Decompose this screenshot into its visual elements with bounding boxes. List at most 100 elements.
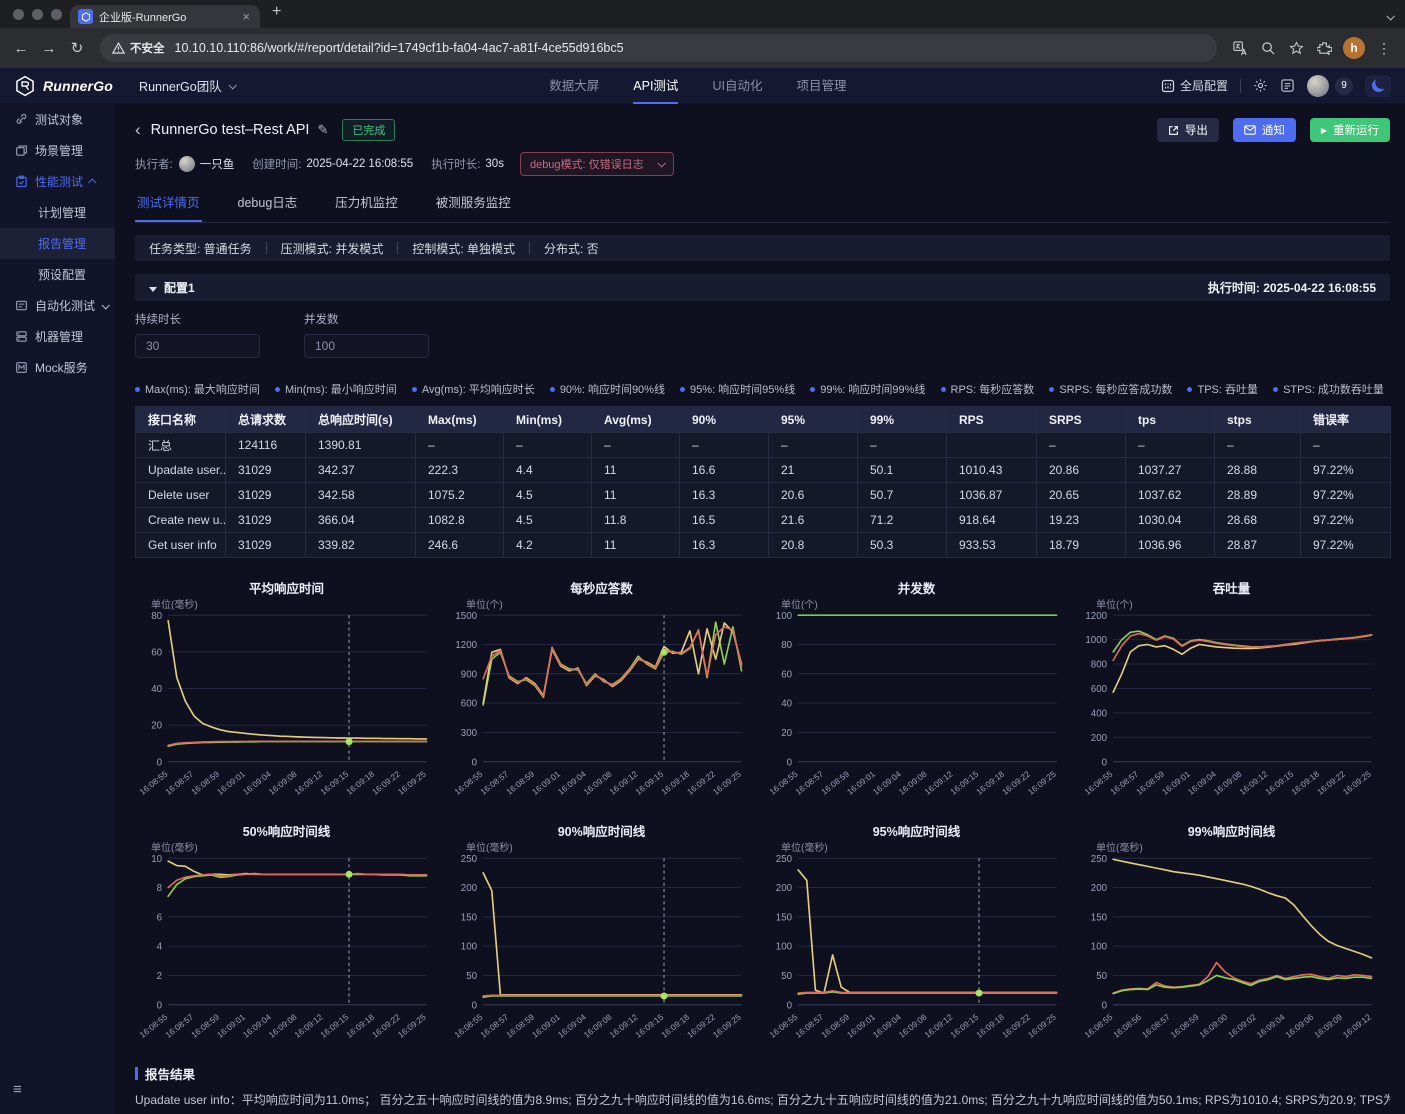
window-minimize-button[interactable] bbox=[32, 8, 43, 20]
status-badge: 已完成 bbox=[342, 119, 396, 141]
config-strip[interactable]: 配置1 执行时间: 2025-04-22 16:08:55 bbox=[135, 274, 1390, 301]
sidebar-item-场景管理[interactable]: 场景管理 bbox=[0, 135, 115, 166]
nav-item-UI自动化[interactable]: UI自动化 bbox=[712, 68, 762, 104]
document-edit-icon[interactable] bbox=[1280, 78, 1295, 93]
table-cell: 4.2 bbox=[503, 532, 592, 558]
sidebar-item-报告管理[interactable]: 报告管理 bbox=[0, 228, 115, 259]
legend-dot bbox=[940, 386, 946, 392]
nav-item-API测试[interactable]: API测试 bbox=[633, 68, 679, 104]
table-cell: 1082.8 bbox=[415, 507, 504, 533]
back-chevron-icon[interactable]: ‹ bbox=[135, 120, 141, 140]
chart-canvas[interactable]: 024681016:08:5516:08:5716:08:5916:09:011… bbox=[129, 851, 437, 1054]
table-header-cell: 90% bbox=[679, 406, 769, 433]
table-cell: 97.22% bbox=[1300, 457, 1391, 483]
table-cell: 50.1 bbox=[857, 457, 947, 483]
window-maximize-button[interactable] bbox=[51, 8, 62, 20]
chart-canvas[interactable]: 05010015020025016:08:5516:08:5616:08:571… bbox=[1074, 851, 1382, 1054]
svg-text:40: 40 bbox=[151, 684, 162, 695]
svg-text:16:08:59: 16:08:59 bbox=[189, 769, 221, 797]
sidebar-item-预设配置[interactable]: 预设配置 bbox=[0, 259, 115, 290]
zoom-icon[interactable] bbox=[1255, 35, 1281, 61]
tab-debug日志[interactable]: debug日志 bbox=[236, 184, 300, 222]
svg-text:16:09:08: 16:09:08 bbox=[582, 769, 614, 797]
chart-title: 50%响应时间线 bbox=[242, 825, 331, 839]
browser-menu-icon[interactable]: ⋮ bbox=[1371, 35, 1397, 61]
browser-tab[interactable]: 企业版-RunnerGo × bbox=[70, 5, 260, 28]
team-selector[interactable]: RunnerGo团队 bbox=[139, 76, 237, 95]
nav-item-项目管理[interactable]: 项目管理 bbox=[796, 68, 846, 104]
notify-button[interactable]: 通知 bbox=[1232, 118, 1296, 142]
bookmark-star-icon[interactable] bbox=[1283, 35, 1309, 61]
reload-button[interactable]: ↻ bbox=[64, 35, 90, 61]
svg-text:16:08:57: 16:08:57 bbox=[163, 769, 195, 797]
svg-text:16:08:55: 16:08:55 bbox=[1083, 769, 1115, 797]
scene-manage-icon bbox=[15, 144, 28, 157]
user-avatar[interactable] bbox=[1307, 74, 1330, 97]
sidebar-item-性能测试[interactable]: 性能测试 bbox=[0, 166, 115, 197]
chart-canvas[interactable]: 05010015020025016:08:5516:08:5716:08:591… bbox=[759, 851, 1067, 1054]
sidebar-collapse-icon[interactable]: ≡ bbox=[13, 1081, 22, 1098]
svg-text:16:08:59: 16:08:59 bbox=[504, 769, 536, 797]
chart-title: 99%响应时间线 bbox=[1187, 825, 1276, 839]
svg-text:50: 50 bbox=[466, 971, 477, 982]
sidebar-item-label: 性能测试 bbox=[35, 175, 84, 189]
svg-text:20: 20 bbox=[151, 721, 162, 732]
svg-text:16:09:01: 16:09:01 bbox=[215, 769, 247, 797]
stats-table: 接口名称 总请求数 总响应时间(s) Max(ms) Min(ms) Avg(ms) 90%… bbox=[135, 406, 1391, 558]
browser-profile-avatar[interactable]: h bbox=[1343, 37, 1365, 59]
sidebar-item-自动化测试[interactable]: 自动化测试 bbox=[0, 290, 115, 321]
translate-icon[interactable] bbox=[1227, 35, 1253, 61]
chart-canvas[interactable]: 02040608010016:08:5516:08:5716:08:5916:0… bbox=[759, 608, 1067, 811]
svg-text:800: 800 bbox=[1091, 660, 1108, 671]
svg-text:250: 250 bbox=[461, 854, 478, 865]
tab-search-chevron-icon[interactable] bbox=[1380, 9, 1395, 23]
chart-unit-label: 单位(毫秒) bbox=[781, 843, 828, 854]
svg-text:16:09:12: 16:09:12 bbox=[923, 1012, 955, 1040]
runnergo-logo[interactable]: RunnerGo bbox=[14, 75, 113, 97]
svg-text:16:09:18: 16:09:18 bbox=[1289, 769, 1321, 797]
table-cell: 31029 bbox=[225, 532, 306, 558]
debug-mode-select[interactable]: debug模式: 仅错误日志 bbox=[519, 152, 674, 176]
chart-canvas[interactable]: 02004006008001000120016:08:5516:08:5716:… bbox=[1074, 608, 1382, 811]
svg-text:16:09:01: 16:09:01 bbox=[530, 1012, 562, 1040]
back-button[interactable]: ← bbox=[8, 35, 34, 61]
svg-text:16:09:18: 16:09:18 bbox=[974, 1012, 1006, 1040]
address-bar[interactable]: 不安全 10.10.10.110:86/work/#/report/detail… bbox=[100, 34, 1217, 62]
table-header-cell: 接口名称 bbox=[135, 406, 226, 433]
chart-2: 每秒应答数 单位(个) 0 300 600 900 1200 1500 16:08:55 16:0… bbox=[444, 574, 759, 811]
window-close-button[interactable] bbox=[13, 8, 24, 20]
chart-canvas[interactable]: 05010015020025016:08:5516:08:5716:08:591… bbox=[444, 851, 752, 1054]
export-button[interactable]: 导出 bbox=[1156, 118, 1219, 142]
sidebar-item-Mock服务[interactable]: Mock服务 bbox=[0, 352, 115, 383]
dark-mode-toggle[interactable] bbox=[1365, 74, 1392, 97]
svg-text:16:09:15: 16:09:15 bbox=[633, 1012, 665, 1040]
rerun-button[interactable]: ▶ 重新运行 bbox=[1309, 118, 1390, 142]
tab-压力机监控[interactable]: 压力机监控 bbox=[333, 184, 400, 222]
tab-测试详情页[interactable]: 测试详情页 bbox=[135, 184, 202, 222]
not-secure-warning[interactable]: 不安全 bbox=[112, 40, 165, 56]
play-icon: ▶ bbox=[1320, 125, 1327, 135]
notification-badge[interactable]: 9 bbox=[1335, 76, 1354, 95]
concurrency-input[interactable] bbox=[304, 334, 429, 358]
global-config-button[interactable]: 全局配置 bbox=[1161, 77, 1228, 94]
edit-pencil-icon[interactable]: ✎ bbox=[317, 122, 328, 138]
metric-legend: Max(ms): 最大响应时间 Min(ms): 最小响应时间 Avg(ms): 平… bbox=[135, 381, 1390, 397]
table-cell: 1030.04 bbox=[1125, 507, 1215, 533]
tab-被测服务监控[interactable]: 被测服务监控 bbox=[434, 184, 513, 222]
chart-canvas[interactable]: 02040608016:08:5516:08:5716:08:5916:09:0… bbox=[129, 608, 437, 811]
settings-gear-icon[interactable] bbox=[1253, 78, 1268, 93]
extensions-icon[interactable] bbox=[1311, 35, 1337, 61]
sidebar-item-计划管理[interactable]: 计划管理 bbox=[0, 197, 115, 228]
table-cell: 50.7 bbox=[857, 482, 947, 508]
new-tab-button[interactable]: + bbox=[272, 3, 281, 21]
nav-item-数据大屏[interactable]: 数据大屏 bbox=[549, 68, 599, 104]
forward-button[interactable]: → bbox=[36, 35, 62, 61]
sidebar-item-机器管理[interactable]: 机器管理 bbox=[0, 321, 115, 352]
task-info-item: 任务类型: 普通任务 bbox=[149, 241, 252, 256]
summary-line: Upadate user info：平均响应时间为11.0ms； 百分之五十响应… bbox=[135, 1093, 1390, 1107]
tab-close-icon[interactable]: × bbox=[240, 9, 252, 24]
sidebar-item-测试对象[interactable]: 测试对象 bbox=[0, 104, 115, 135]
chart-unit-label: 单位(毫秒) bbox=[466, 843, 513, 854]
duration-input[interactable] bbox=[135, 334, 260, 358]
chart-canvas[interactable]: 0 300 600 900 1200 1500 16:08:5516:08:5716:08:… bbox=[444, 608, 752, 811]
